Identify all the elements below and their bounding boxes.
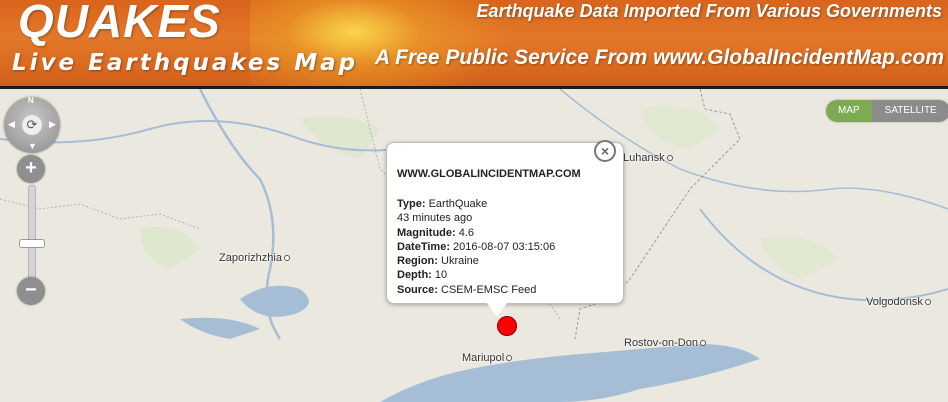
zoom-slider-track[interactable] (28, 185, 36, 281)
popup-details: Type: EarthQuake 43 minutes ago Magnitud… (397, 197, 555, 297)
map-type-toggle[interactable]: MAP SATELLITE (826, 100, 948, 122)
city-mariupol: Mariupol (462, 352, 513, 364)
pan-right-icon[interactable]: ▶ (49, 119, 56, 130)
city-luhansk: Luhansk (623, 152, 673, 164)
popup-magnitude: Magnitude: 4.6 (397, 226, 475, 239)
popup-site-link[interactable]: WWW.GLOBALINCIDENTMAP.COM (397, 168, 581, 180)
popup-region: Region: Ukraine (397, 255, 479, 268)
pan-control[interactable]: N ◀ ▶ ▼ ⟳ (4, 96, 60, 153)
header-banner: QUAKES Live Earthquakes Map Earthquake D… (0, 0, 948, 86)
site-title: QUAKES (18, 0, 221, 47)
popup-age: 43 minutes ago (397, 212, 473, 225)
earthquake-marker[interactable] (497, 316, 517, 336)
city-rostov-on-don: Rostov-on-Don (624, 337, 706, 349)
close-icon[interactable]: × (594, 140, 616, 162)
city-zaporizhzhia: Zaporizhzhia (219, 252, 290, 264)
popup-depth: Depth: 10 (397, 269, 448, 282)
popup-type: Type: EarthQuake (397, 198, 488, 210)
popup-datetime: DateTime: 2016-08-07 03:15:06 (397, 240, 556, 253)
satellite-view-button[interactable]: SATELLITE (871, 100, 948, 122)
pan-left-icon[interactable]: ◀ (8, 119, 15, 130)
popup-source: Source: CSEM-EMSC Feed (397, 283, 537, 296)
map-view-button[interactable]: MAP (826, 100, 872, 122)
zoom-out-button[interactable]: − (17, 277, 45, 305)
popup-tail (487, 303, 507, 317)
tagline-governments: Earthquake Data Imported From Various Go… (476, 1, 942, 21)
zoom-control[interactable]: + − (17, 155, 47, 305)
tagline-service: A Free Public Service From www.GlobalInc… (374, 46, 944, 69)
site-subtitle: Live Earthquakes Map (12, 50, 359, 76)
zoom-slider-handle[interactable] (19, 239, 45, 248)
compass-north-label: N (28, 96, 34, 105)
pan-down-icon[interactable]: ▼ (28, 141, 37, 151)
city-volgodonsk: Volgodonsk (866, 296, 931, 308)
info-popup: × WWW.GLOBALINCIDENTMAP.COM Type: EarthQ… (386, 140, 624, 317)
recenter-icon[interactable]: ⟳ (22, 115, 42, 135)
zoom-in-button[interactable]: + (17, 155, 45, 183)
